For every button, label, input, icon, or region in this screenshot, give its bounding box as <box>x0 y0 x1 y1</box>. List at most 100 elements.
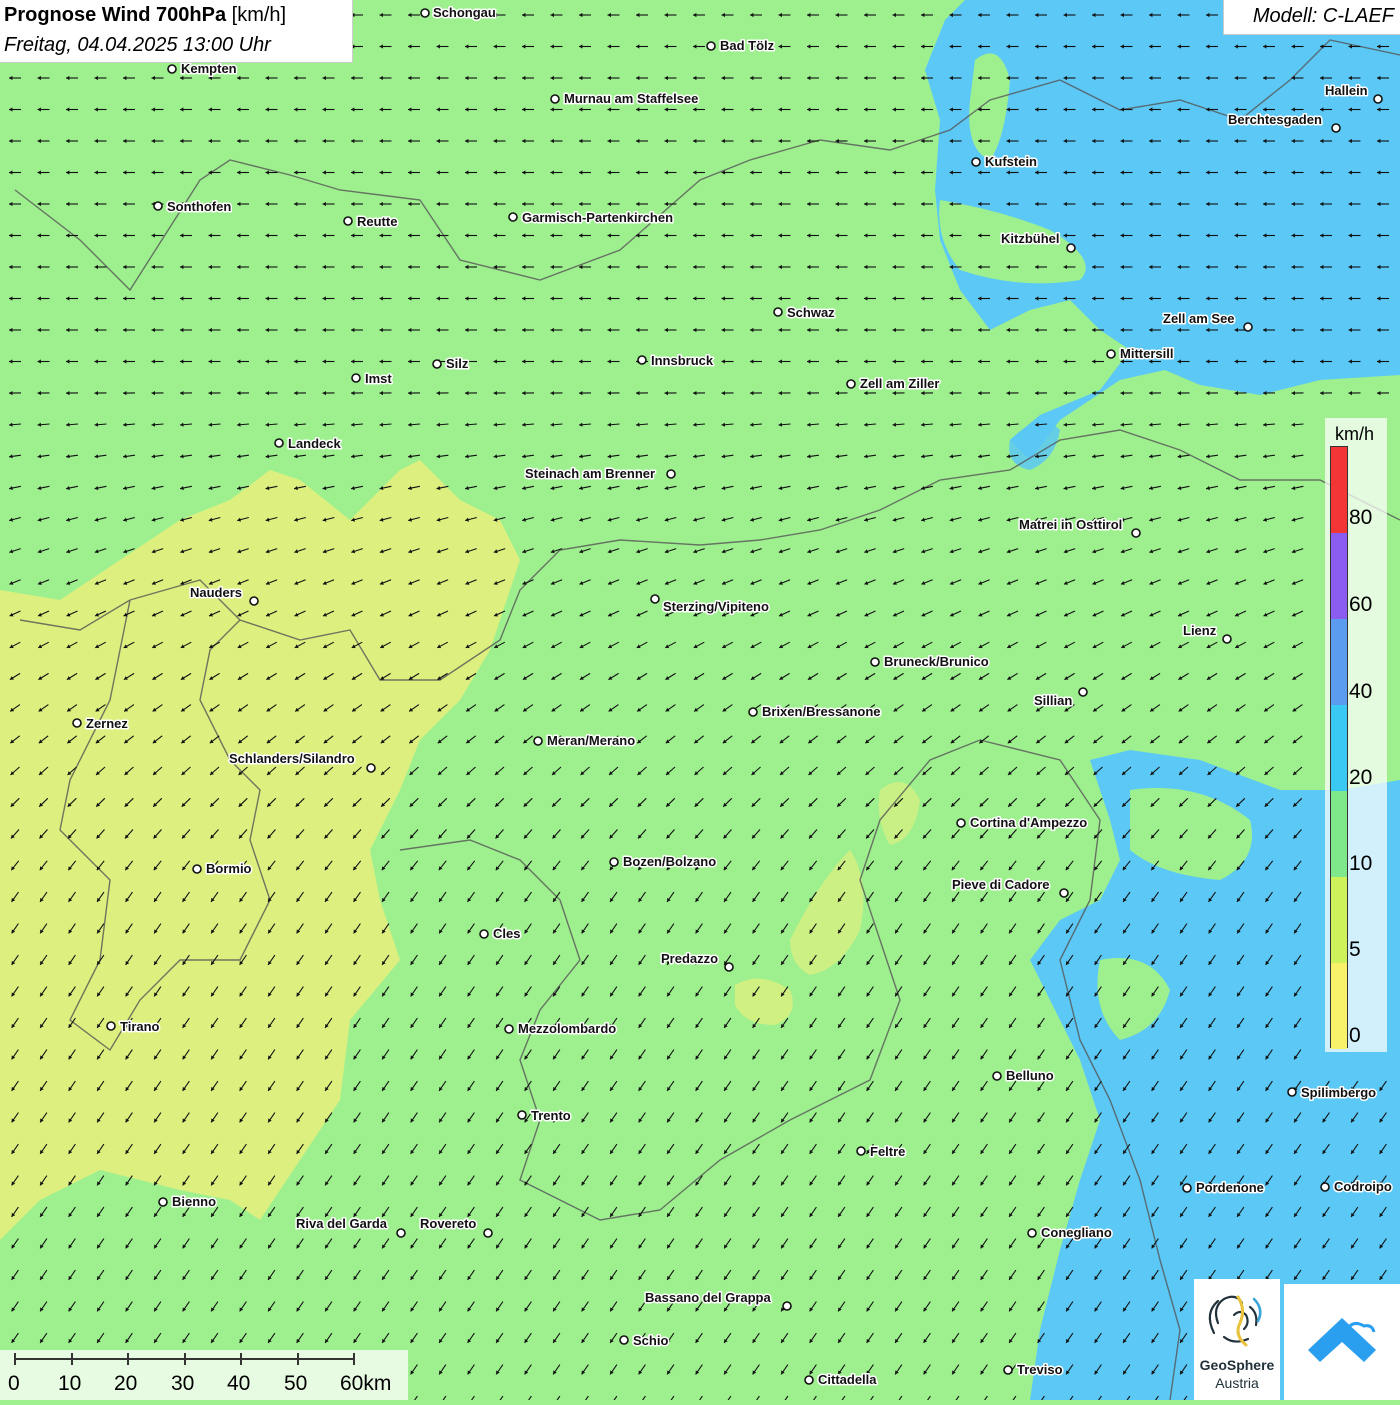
legend-segment-green <box>1331 791 1347 877</box>
city-marker: Zell am Ziller <box>847 376 939 391</box>
city-label: Schongau <box>433 5 496 20</box>
scale-label: 0 <box>8 1372 20 1396</box>
weather-app-icon <box>1284 1284 1400 1400</box>
city-label: Cortina d'Ampezzo <box>970 815 1087 830</box>
scale-label: 40 <box>227 1372 250 1396</box>
city-label: Codroipo <box>1334 1179 1392 1194</box>
city-label: Kitzbühel <box>1001 231 1060 246</box>
city-marker: Steinach am Brenner <box>525 466 675 481</box>
geosphere-emblem-icon <box>1194 1279 1280 1355</box>
city-marker: Pordenone <box>1183 1180 1264 1195</box>
scale-label: 60km <box>340 1372 391 1396</box>
scale-tick <box>353 1353 355 1365</box>
scale-tick <box>297 1353 299 1365</box>
city-marker: Mezzolombardo <box>505 1021 616 1036</box>
legend-tick-label: 80 <box>1349 506 1372 530</box>
wind-map: Schongau Bad Tölz Kempten Murnau am Staf… <box>0 0 1400 1400</box>
city-label: Belluno <box>1006 1068 1054 1083</box>
geosphere-logo-line1: GeoSphere <box>1194 1357 1280 1373</box>
city-label: Schwaz <box>787 305 835 320</box>
weather-app-logo[interactable] <box>1284 1284 1400 1400</box>
legend-color-bar <box>1330 446 1348 1048</box>
city-label: Garmisch-Partenkirchen <box>522 210 673 225</box>
city-label: Bormio <box>206 861 252 876</box>
scale-label: 20 <box>114 1372 137 1396</box>
scale-label: 10 <box>58 1372 81 1396</box>
legend-segment-yellow <box>1331 963 1347 1049</box>
legend-segment-blue <box>1331 619 1347 705</box>
legend-segment-lime <box>1331 877 1347 963</box>
scale-tick <box>184 1353 186 1365</box>
city-label: Mezzolombardo <box>518 1021 616 1036</box>
city-marker: Bruneck/Brunico <box>871 654 989 669</box>
city-label: Cittadella <box>818 1372 877 1387</box>
city-label: Conegliano <box>1041 1225 1112 1240</box>
city-label: Zell am Ziller <box>860 376 939 391</box>
city-label: Feltre <box>870 1144 905 1159</box>
city-marker: Bozen/Bolzano <box>610 854 716 869</box>
city-label: Bozen/Bolzano <box>623 854 716 869</box>
city-label: Sonthofen <box>167 199 231 214</box>
city-marker: Murnau am Staffelsee <box>551 91 698 106</box>
city-label: Nauders <box>190 585 242 600</box>
legend-tick-label: 5 <box>1349 938 1361 962</box>
city-label: Rovereto <box>420 1216 476 1231</box>
geosphere-logo-line2: Austria <box>1194 1375 1280 1391</box>
city-label: Meran/Merano <box>547 733 635 748</box>
legend-tick-label: 20 <box>1349 766 1372 790</box>
city-label: Matrei in Osttirol <box>1019 517 1122 532</box>
city-label: Schlanders/Silandro <box>229 751 355 766</box>
color-legend: km/h 80 60 40 20 10 5 0 <box>1325 418 1387 1052</box>
city-label: Reutte <box>357 214 397 229</box>
legend-tick-label: 0 <box>1349 1024 1361 1048</box>
city-marker: Cortina d'Ampezzo <box>957 815 1087 830</box>
city-marker: Spilimbergo <box>1288 1085 1376 1100</box>
city-label: Imst <box>365 371 392 386</box>
city-label: Bienno <box>172 1194 216 1209</box>
scale-bar: 0 10 20 30 40 50 60km <box>0 1350 408 1400</box>
scale-tick <box>71 1353 73 1365</box>
city-label: Schio <box>633 1333 668 1348</box>
scale-label: 50 <box>284 1372 307 1396</box>
title-panel: Prognose Wind 700hPa [km/h] Freitag, 04.… <box>0 0 353 63</box>
map-title-unit: [km/h] <box>232 4 286 26</box>
city-label: Trento <box>531 1108 571 1123</box>
city-label: Steinach am Brenner <box>525 466 655 481</box>
city-label: Cles <box>493 926 520 941</box>
city-label: Landeck <box>288 436 342 451</box>
city-label: Tirano <box>120 1019 160 1034</box>
model-name: Modell: C-LAEF <box>1253 5 1394 28</box>
city-label: Berchtesgaden <box>1228 112 1322 127</box>
legend-segment-cyan <box>1331 705 1347 791</box>
scale-tick <box>127 1353 129 1365</box>
geosphere-logo[interactable]: GeoSphere Austria <box>1194 1279 1280 1400</box>
scale-tick <box>240 1353 242 1365</box>
city-label: Zell am See <box>1163 311 1235 326</box>
city-label: Treviso <box>1017 1362 1063 1377</box>
model-panel: Modell: C-LAEF <box>1223 0 1400 35</box>
legend-tick-label: 60 <box>1349 593 1372 617</box>
legend-segment-purple <box>1331 533 1347 619</box>
city-label: Sillian <box>1034 693 1072 708</box>
city-marker: Conegliano <box>1028 1225 1112 1240</box>
city-label: Bassano del Grappa <box>645 1290 771 1305</box>
city-label: Pieve di Cadore <box>952 877 1050 892</box>
city-label: Hallein <box>1325 83 1368 98</box>
city-label: Zernez <box>86 716 128 731</box>
city-label: Kempten <box>181 61 237 76</box>
city-label: Pordenone <box>1196 1180 1264 1195</box>
city-marker: Brixen/Bressanone <box>749 704 881 719</box>
city-label: Kufstein <box>985 154 1037 169</box>
city-label: Murnau am Staffelsee <box>564 91 698 106</box>
city-marker: Garmisch-Partenkirchen <box>509 210 673 225</box>
legend-segment-red <box>1331 447 1347 533</box>
city-label: Bad Tölz <box>720 38 775 53</box>
city-label: Bruneck/Brunico <box>884 654 989 669</box>
city-label: Predazzo <box>661 951 718 966</box>
city-label: Innsbruck <box>651 353 714 368</box>
city-marker: Meran/Merano <box>534 733 635 748</box>
city-label: Sterzing/Vipiteno <box>663 599 769 614</box>
city-label: Riva del Garda <box>296 1216 388 1231</box>
legend-unit: km/h <box>1335 424 1374 445</box>
scale-tick <box>14 1353 16 1365</box>
